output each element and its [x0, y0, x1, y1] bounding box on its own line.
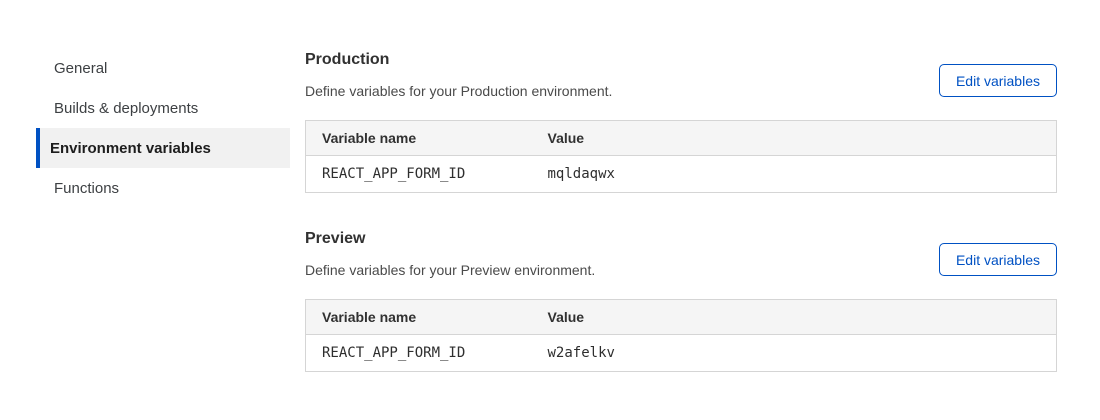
variable-name-cell: REACT_APP_FORM_ID: [306, 156, 532, 193]
environment-variables-panel: Production Define variables for your Pro…: [305, 50, 1057, 372]
preview-variables-table: Variable name Value REACT_APP_FORM_ID w2…: [305, 299, 1057, 372]
table-row: REACT_APP_FORM_ID w2afelkv: [306, 335, 1057, 372]
table-header-row: Variable name Value: [306, 121, 1057, 156]
production-variables-table: Variable name Value REACT_APP_FORM_ID mq…: [305, 120, 1057, 193]
settings-sidebar: General Builds & deployments Environment…: [36, 48, 290, 208]
column-header-value: Value: [532, 121, 1057, 156]
variable-value-cell: mqldaqwx: [532, 156, 1057, 193]
table-row: REACT_APP_FORM_ID mqldaqwx: [306, 156, 1057, 193]
production-section: Production Define variables for your Pro…: [305, 50, 1057, 193]
variable-name-cell: REACT_APP_FORM_ID: [306, 335, 532, 372]
sidebar-item-functions[interactable]: Functions: [36, 168, 290, 208]
table-header-row: Variable name Value: [306, 300, 1057, 335]
column-header-value: Value: [532, 300, 1057, 335]
preview-edit-variables-button[interactable]: Edit variables: [939, 243, 1057, 276]
variable-value-cell: w2afelkv: [532, 335, 1057, 372]
sidebar-item-environment-variables[interactable]: Environment variables: [36, 128, 290, 168]
column-header-variable-name: Variable name: [306, 121, 532, 156]
preview-section: Preview Define variables for your Previe…: [305, 229, 1057, 372]
sidebar-item-builds-deployments[interactable]: Builds & deployments: [36, 88, 290, 128]
sidebar-item-general[interactable]: General: [36, 48, 290, 88]
production-edit-variables-button[interactable]: Edit variables: [939, 64, 1057, 97]
column-header-variable-name: Variable name: [306, 300, 532, 335]
